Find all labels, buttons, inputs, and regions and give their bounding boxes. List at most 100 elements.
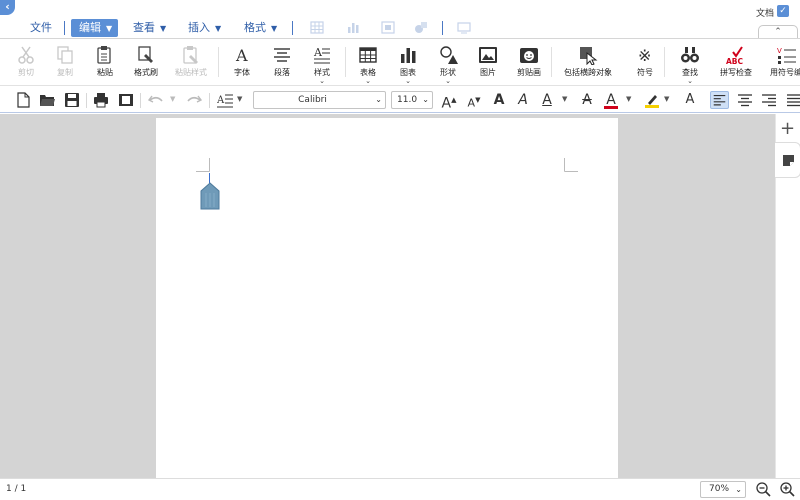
- find-icon: [681, 47, 699, 63]
- chevron-down-icon[interactable]: ▼: [237, 95, 242, 103]
- picture-icon: [479, 47, 497, 63]
- strikethrough-icon[interactable]: A: [580, 91, 594, 109]
- paste-icon: [97, 46, 111, 64]
- highlight-icon[interactable]: [644, 92, 660, 108]
- text-direction-icon[interactable]: A: [217, 92, 233, 108]
- chevron-down-icon[interactable]: ▼: [626, 95, 631, 103]
- chart-mini-icon[interactable]: [346, 21, 360, 34]
- print-preview-icon[interactable]: [118, 92, 134, 108]
- chevron-down-icon[interactable]: ▼: [562, 95, 567, 103]
- spellcheck-label: 拼写检查: [720, 68, 752, 77]
- paste-style-icon: [183, 46, 198, 64]
- bullets-label: 用符号编: [770, 68, 800, 77]
- paste-style-button[interactable]: 粘贴样式: [167, 43, 215, 78]
- menu-format[interactable]: 格式 ▼: [244, 19, 277, 37]
- table-mini-icon[interactable]: [310, 21, 324, 34]
- chevron-down-icon[interactable]: ▼: [664, 95, 669, 103]
- menu-file[interactable]: 文件: [30, 19, 52, 37]
- collapse-ribbon-button[interactable]: ⌃: [758, 25, 798, 39]
- menu-edit-label: 编辑: [79, 21, 101, 34]
- edit-note-icon[interactable]: [782, 154, 795, 167]
- redo-icon[interactable]: [186, 92, 202, 108]
- menu-insert[interactable]: 插入 ▼: [188, 19, 221, 37]
- font-size-select[interactable]: 11.0 ⌄: [391, 91, 433, 109]
- picture-mini-icon[interactable]: [381, 21, 395, 34]
- chevron-down-icon: ⌄: [375, 95, 382, 104]
- align-left-icon[interactable]: [710, 91, 729, 109]
- chevron-down-icon: ⌄: [445, 77, 451, 85]
- chevron-down-icon[interactable]: ▼: [170, 95, 175, 103]
- format-toolbar: ▼ A ▼ Calibri ⌄ 11.0 ⌄ A▲ A▼ A A A ▼ A A…: [0, 88, 800, 113]
- svg-text:V: V: [777, 47, 782, 55]
- print-icon[interactable]: [93, 92, 109, 108]
- zoom-value: 70%: [709, 484, 730, 494]
- chevron-down-icon: ⌄: [687, 77, 693, 85]
- spellcheck-icon: ABC: [726, 46, 744, 65]
- svg-text:A: A: [217, 95, 225, 106]
- zoom-out-icon[interactable]: [755, 481, 771, 497]
- select-objects-button[interactable]: 包括横跨对象: [562, 43, 614, 78]
- document-workspace: [0, 114, 775, 482]
- underline-icon[interactable]: A: [540, 91, 554, 109]
- clipart-button[interactable]: 剪贴画: [505, 43, 553, 78]
- open-folder-icon[interactable]: [39, 92, 55, 108]
- undo-icon[interactable]: [148, 92, 164, 108]
- copy-icon: [57, 46, 73, 64]
- select-objects-label: 包括横跨对象: [564, 68, 612, 77]
- toolbar-divider: [140, 93, 141, 108]
- table-icon: [359, 47, 377, 63]
- chevron-down-icon: ▼: [271, 24, 278, 33]
- chevron-down-icon: ▼: [106, 24, 113, 33]
- toolbar-divider: [209, 93, 210, 108]
- menu-edit[interactable]: 编辑 ▼: [71, 19, 119, 37]
- clipart-label: 剪贴画: [517, 68, 541, 77]
- paragraph-icon: [274, 48, 290, 62]
- font-name-select[interactable]: Calibri ⌄: [253, 91, 386, 109]
- spellcheck-button[interactable]: ABC 拼写检查: [712, 43, 760, 78]
- format-painter-label: 格式刷: [134, 68, 158, 77]
- select-objects-icon: [580, 47, 598, 65]
- chevron-up-icon: ⌃: [774, 27, 782, 37]
- menu-bar: ‹ 文件 编辑 ▼ 查看 ▼ 插入 ▼ 格式 ▼ 文档 ✓ ⌃: [0, 0, 800, 39]
- bullets-button[interactable]: V 用符号编: [762, 43, 800, 78]
- shapes-mini-icon[interactable]: [414, 21, 428, 34]
- align-justify-icon[interactable]: [785, 92, 800, 108]
- svg-text:A: A: [313, 46, 323, 59]
- new-document-icon[interactable]: [15, 92, 31, 108]
- doc-checkbox[interactable]: ✓: [777, 5, 789, 17]
- menu-view[interactable]: 查看 ▼: [133, 19, 166, 37]
- margin-corner-top-right: [564, 158, 578, 172]
- screen-mini-icon[interactable]: [457, 21, 471, 34]
- font-color-icon[interactable]: A: [604, 91, 618, 109]
- menu-divider: [64, 21, 65, 35]
- back-arrow-icon[interactable]: ‹: [0, 0, 15, 15]
- plus-icon[interactable]: +: [780, 120, 795, 138]
- status-bar: 1 / 1 70% ⌄: [0, 478, 800, 500]
- ribbon: 剪切 复制 粘贴 格式刷 粘贴样式 A 字体 段落 A 样式 ⌄ 表格 ⌄ 图表…: [0, 38, 800, 86]
- format-painter-button[interactable]: 格式刷: [122, 43, 170, 78]
- scissors-icon: [18, 46, 34, 64]
- toolbar-divider: [86, 93, 87, 108]
- zoom-in-icon[interactable]: [779, 481, 795, 497]
- shrink-font-icon[interactable]: A▼: [466, 91, 482, 113]
- symbol-button[interactable]: ※ 符号: [621, 43, 669, 78]
- bold-icon[interactable]: A: [492, 91, 506, 109]
- find-button[interactable]: 查找 ⌄: [666, 43, 714, 85]
- caret-handle-icon[interactable]: [200, 182, 220, 210]
- doc-label: 文档: [756, 9, 775, 19]
- align-center-icon[interactable]: [737, 92, 753, 108]
- align-right-icon[interactable]: [761, 92, 777, 108]
- menu-insert-label: 插入: [188, 21, 210, 34]
- font-name-value: Calibri: [298, 95, 327, 105]
- menu-divider: [292, 21, 293, 35]
- clear-format-icon[interactable]: A: [683, 91, 697, 109]
- format-painter-icon: [138, 46, 153, 63]
- document-page[interactable]: [156, 118, 618, 482]
- grow-font-icon[interactable]: A▲: [441, 91, 457, 113]
- chevron-down-icon: ▼: [215, 24, 222, 33]
- styles-button[interactable]: A 样式 ⌄: [298, 43, 346, 85]
- italic-icon[interactable]: A: [516, 91, 530, 109]
- save-icon[interactable]: [64, 92, 80, 108]
- side-panel: +: [775, 114, 800, 478]
- zoom-select[interactable]: 70% ⌄: [700, 481, 746, 498]
